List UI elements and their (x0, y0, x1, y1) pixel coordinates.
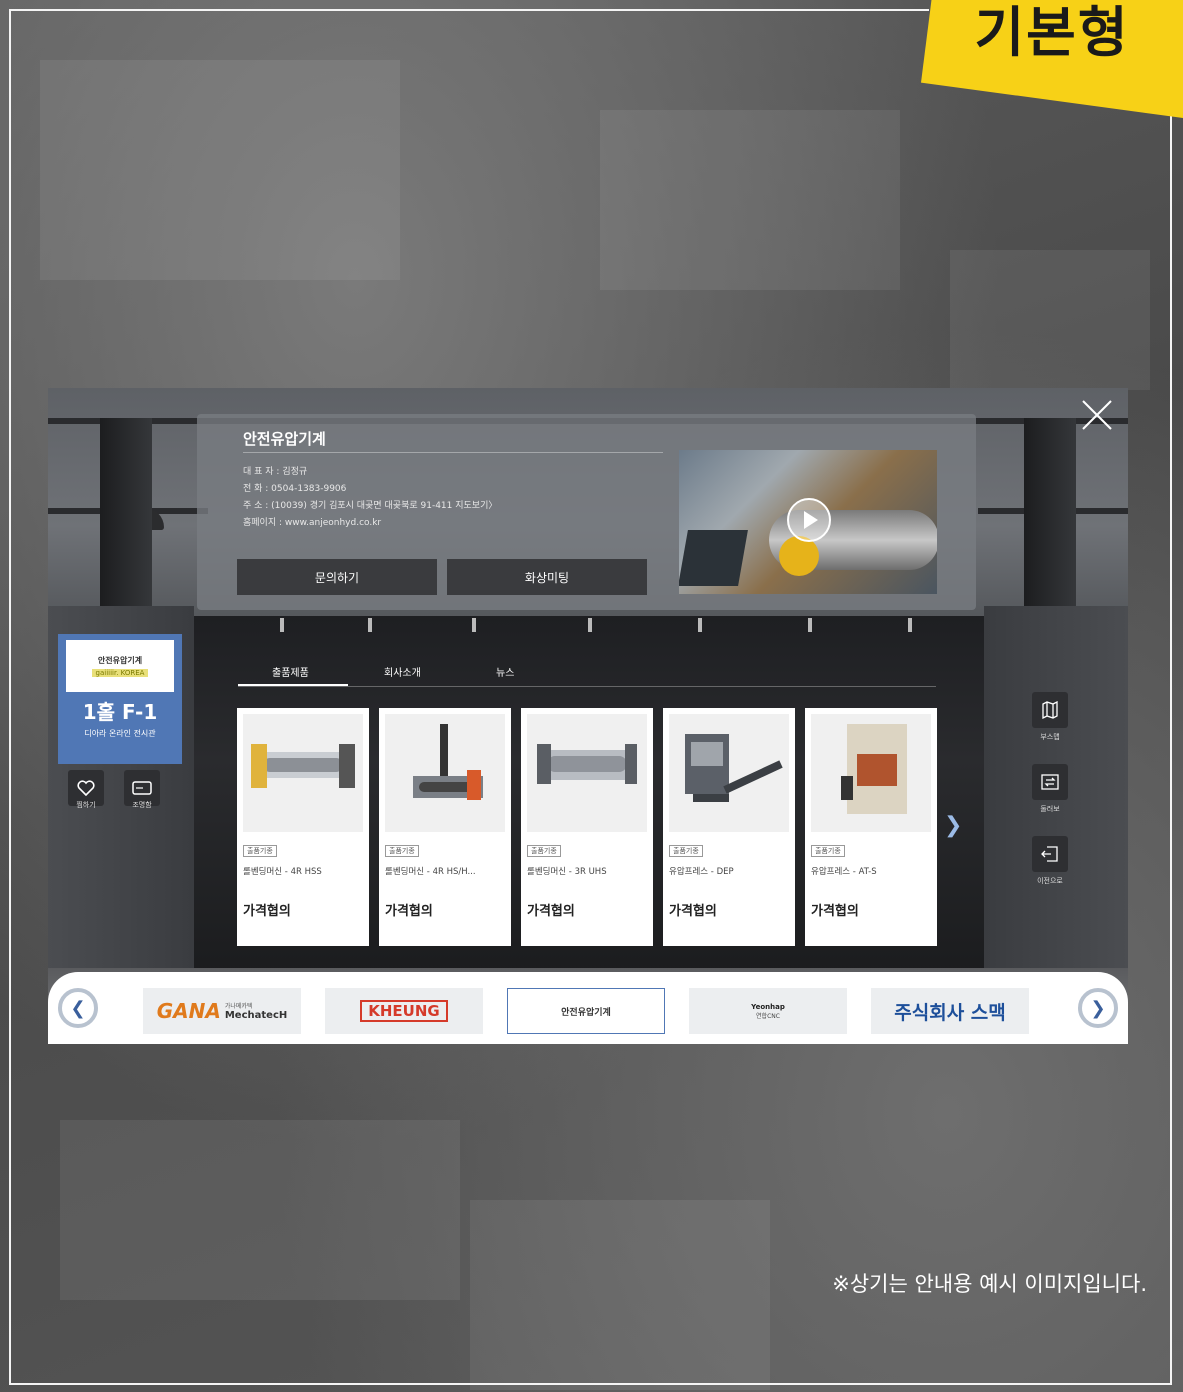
product-image (669, 714, 789, 832)
company-address: 주 소 : (10039) 경기 김포시 대곶면 대곶북로 91-411 지도보… (243, 501, 498, 511)
booth-map-button[interactable] (1032, 692, 1068, 728)
product-price: 가격협의 (527, 904, 575, 919)
video-roller-end (779, 536, 819, 576)
product-name: 롤벤딩머신 - 4R HSS (243, 867, 322, 877)
booth-logo: 안전유압기계 gaiiiiir. KOREA (66, 640, 174, 692)
play-icon[interactable] (787, 498, 831, 542)
disclaimer-note: ※상기는 안내용 예시 이미지입니다. (832, 1272, 1147, 1296)
booth-screen: 안전유압기계 대 표 자 : 김정규 전 화 : 0504-1383-9906 … (48, 388, 1128, 1044)
brand-logo-kheung[interactable]: KHEUNG (325, 988, 483, 1034)
product-price: 가격협의 (669, 904, 717, 919)
product-price: 가격협의 (811, 904, 859, 919)
product-tag: 출품기종 (527, 845, 561, 857)
product-price: 가격협의 (243, 904, 291, 919)
product-card[interactable]: 출품기종 롤벤딩머신 - 3R UHS 가격협의 (521, 708, 653, 946)
spotlight (280, 618, 284, 632)
swap-icon (1041, 774, 1059, 790)
tab-products[interactable]: 출품제품 (272, 664, 309, 679)
back-button[interactable] (1032, 836, 1068, 872)
company-homepage[interactable]: 홈페이지 : www.anjeonhyd.co.kr (243, 515, 381, 528)
brand-name: Yeonhap (751, 1002, 785, 1011)
brand-sub: 가나메카텍 (224, 1003, 253, 1010)
product-name: 롤벤딩머신 - 4R HS/H... (385, 867, 476, 877)
company-video[interactable] (679, 450, 937, 594)
exit-icon (1041, 846, 1058, 862)
inquiry-button[interactable]: 문의하기 (237, 559, 437, 595)
brand-name: 안전유압기계 (561, 1007, 611, 1018)
product-image (527, 714, 647, 832)
product-card[interactable]: 출품기종 롤벤딩머신 - 4R HS/H... 가격협의 (379, 708, 511, 946)
tab-company[interactable]: 회사소개 (384, 664, 421, 679)
video-meeting-button[interactable]: 화상미팅 (447, 559, 647, 595)
company-info-panel: 안전유압기계 대 표 자 : 김정규 전 화 : 0504-1383-9906 … (197, 414, 976, 610)
product-card[interactable]: 출품기종 유압프레스 - AT-S 가격협의 (805, 708, 937, 946)
booth-subtitle: 디아라 온라인 전시관 (84, 729, 156, 738)
product-image (243, 714, 363, 832)
product-image (385, 714, 505, 832)
brand-logo-anjeon[interactable]: 안전유압기계 (507, 988, 665, 1034)
outer-frame-top (9, 9, 929, 11)
pillar (100, 418, 152, 608)
booth-logo-sub: gaiiiiir. KOREA (91, 669, 149, 677)
product-card[interactable]: 출품기종 유압프레스 - DEP 가격협의 (663, 708, 795, 946)
ticket-icon (132, 781, 152, 795)
guide-label: 조명함 (132, 801, 152, 809)
browse-button[interactable] (1032, 764, 1068, 800)
company-phone: 전 화 : 0504-1383-9906 (243, 484, 347, 494)
tab-news[interactable]: 뉴스 (496, 664, 514, 679)
product-tag: 출품기종 (243, 845, 277, 857)
brand-name: KHEUNG (360, 1000, 448, 1022)
brand-prev-arrow-icon[interactable]: ❮ (58, 988, 98, 1028)
product-tag: 출품기종 (811, 845, 845, 857)
active-tab-indicator (238, 684, 348, 686)
booth-logo-card: 안전유압기계 gaiiiiir. KOREA 1홀 F-1 디아라 온라인 전시… (58, 634, 182, 764)
type-badge-label: 기본형 (974, 1, 1130, 64)
spotlight (472, 618, 476, 632)
spotlight (368, 618, 372, 632)
company-name: 안전유압기계 (243, 430, 326, 448)
divider (243, 452, 663, 453)
product-price: 가격협의 (385, 904, 433, 919)
brand-name: 주식회사 스맥 (894, 1001, 1006, 1024)
brand-next-arrow-icon[interactable]: ❯ (1078, 988, 1118, 1028)
back-label: 이전으로 (1037, 877, 1063, 885)
brand-sub2: MechatecH (224, 1010, 288, 1021)
product-tag: 출품기종 (385, 845, 419, 857)
spotlight (808, 618, 812, 632)
product-card[interactable]: 출품기종 롤벤딩머신 - 4R HSS 가격협의 (237, 708, 369, 946)
brand-logo-yeonhap[interactable]: Yeonhap 연합CNC (689, 988, 847, 1034)
product-name: 유압프레스 - DEP (669, 867, 734, 877)
like-label: 찜하기 (76, 801, 96, 809)
brand-logo-smac[interactable]: 주식회사 스맥 (871, 988, 1029, 1034)
company-rep: 대 표 자 : 김정규 (243, 467, 308, 477)
booth-map-label: 부스맵 (1040, 733, 1060, 741)
product-tabs: 출품제품 회사소개 뉴스 (238, 660, 936, 687)
pillar (1024, 418, 1076, 608)
spotlight (588, 618, 592, 632)
next-products-arrow-icon[interactable]: ❯ (944, 813, 962, 838)
brand-name: GANA (156, 999, 221, 1023)
booth-logo-name: 안전유압기계 (97, 656, 143, 665)
brand-logo-gana[interactable]: GANA 가나메카텍 MechatecH (143, 988, 301, 1034)
spotlight (908, 618, 912, 632)
product-image (811, 714, 931, 832)
video-control-panel (679, 530, 748, 586)
map-icon (1042, 701, 1058, 719)
brand-sub: 연합CNC (756, 1012, 780, 1020)
product-tag: 출품기종 (669, 845, 703, 857)
browse-label: 둘러보 (1040, 805, 1060, 813)
product-name: 롤벤딩머신 - 3R UHS (527, 867, 607, 877)
heart-icon (77, 780, 95, 796)
spotlight (698, 618, 702, 632)
close-icon[interactable] (1080, 398, 1114, 432)
booth-number: 1홀 F-1 (82, 700, 158, 724)
product-name: 유압프레스 - AT-S (811, 867, 877, 877)
